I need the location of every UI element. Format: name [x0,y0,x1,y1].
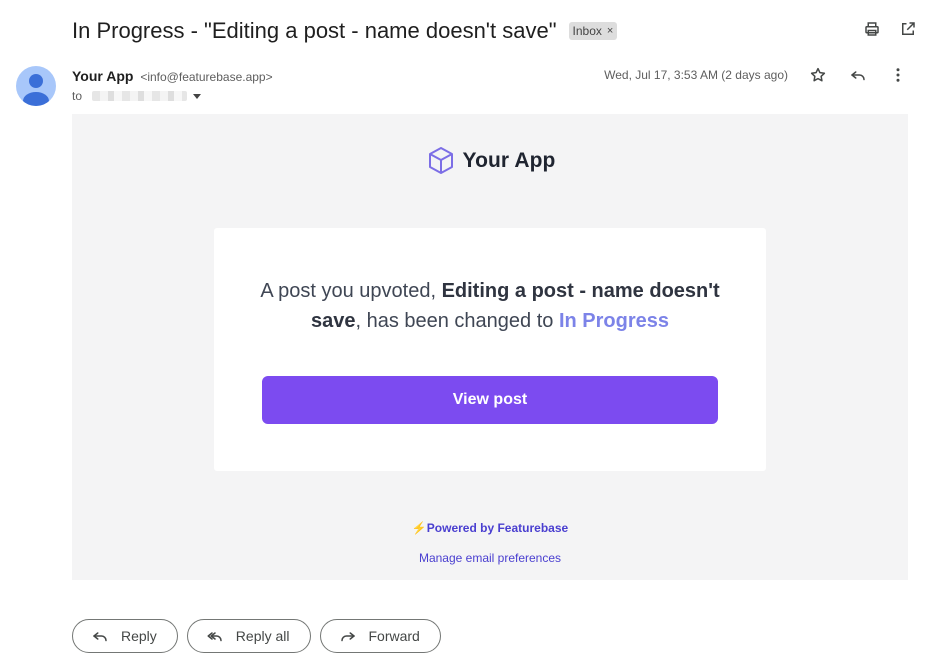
sender-name[interactable]: Your App [72,68,133,84]
manage-email-preferences-link[interactable]: Manage email preferences [72,551,908,565]
brand-header: Your App [72,145,908,177]
print-icon[interactable] [863,20,881,38]
email-subject-row: In Progress - "Editing a post - name doe… [72,16,618,46]
reply-button[interactable]: Reply [72,619,178,653]
avatar[interactable] [16,66,56,106]
sender-line: Your App <info@featurebase.app> [72,67,273,86]
lightning-icon: ⚡ [411,521,427,535]
star-icon[interactable] [809,66,827,84]
sender-email: <info@featurebase.app> [140,70,273,84]
reply-label: Reply [121,628,157,644]
reply-icon[interactable] [849,66,867,84]
reply-all-label: Reply all [235,628,290,644]
reply-all-icon [207,632,222,642]
view-post-button[interactable]: View post [262,376,718,424]
notification-card: A post you upvoted, Editing a post - nam… [214,228,766,471]
open-in-new-window-icon[interactable] [899,20,917,38]
message-middle: , has been changed to [355,310,559,332]
recipient-line: to [72,88,202,104]
email-subject: In Progress - "Editing a post - name doe… [72,18,557,43]
email-view: In Progress - "Editing a post - name doe… [0,0,941,668]
redacted-recipient [92,91,188,101]
show-details-chevron-icon[interactable] [193,93,202,99]
inbox-label-text: Inbox [572,24,602,38]
email-body: Your App A post you upvoted, Editing a p… [72,114,908,580]
forward-icon [340,632,355,642]
status-text: In Progress [558,310,670,332]
more-vertical-icon[interactable] [889,66,907,84]
reply-icon [93,632,107,642]
top-toolbar [863,20,917,38]
message-prefix: A post you upvoted, [260,280,442,302]
reply-all-button[interactable]: Reply all [186,619,311,653]
inbox-label-chip[interactable]: Inbox × [568,22,618,40]
message-actions [809,66,907,84]
forward-button[interactable]: Forward [319,619,441,653]
brand-name: Your App [462,149,556,172]
powered-by-text: Powered by Featurebase [426,521,569,535]
cube-icon [425,145,457,177]
powered-by-link[interactable]: ⚡Powered by Featurebase [72,521,908,535]
forward-label: Forward [368,628,420,644]
to-prefix: to [72,89,83,103]
reply-actions: Reply Reply all Forward [72,619,441,653]
remove-label-button[interactable]: × [607,23,613,39]
notification-message: A post you upvoted, Editing a post - nam… [254,276,726,336]
email-date: Wed, Jul 17, 3:53 AM (2 days ago) [604,68,788,82]
